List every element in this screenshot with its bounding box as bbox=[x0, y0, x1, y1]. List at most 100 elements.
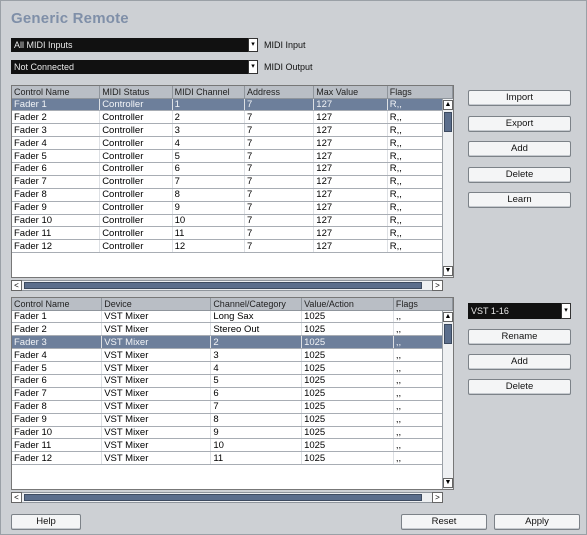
apply-button[interactable]: Apply bbox=[494, 514, 580, 530]
table-row[interactable]: Fader 5 VST Mixer 4 1025,, bbox=[12, 361, 453, 375]
table-cell[interactable]: Fader 3 bbox=[12, 335, 103, 350]
table-cell[interactable]: Controller bbox=[99, 175, 173, 189]
upper-vertical-scrollbar[interactable]: ▲ ▼ bbox=[442, 99, 453, 277]
table-cell[interactable]: 7 bbox=[244, 98, 315, 112]
table-row[interactable]: Fader 1 Controller 1 7 127 R,, bbox=[12, 98, 453, 112]
table-row[interactable]: Fader 7 VST Mixer 6 1025,, bbox=[12, 387, 453, 401]
table-cell[interactable]: 127 bbox=[313, 162, 388, 176]
table-row[interactable]: Fader 3 VST Mixer 2 1025,, bbox=[12, 335, 453, 350]
delete-button[interactable]: Delete bbox=[468, 167, 571, 183]
table-cell[interactable]: Fader 12 bbox=[12, 451, 103, 466]
table-cell[interactable]: 7 bbox=[210, 400, 303, 414]
table-row[interactable]: Fader 6 VST Mixer 5 1025,, bbox=[12, 374, 453, 388]
table-cell[interactable]: Fader 10 bbox=[12, 214, 101, 228]
table-row[interactable]: Fader 10 Controller 10 7 127 R,, bbox=[12, 214, 453, 228]
table-cell[interactable]: 7 bbox=[244, 214, 315, 228]
table-row[interactable]: Fader 9 VST Mixer 8 1025,, bbox=[12, 413, 453, 427]
column-header[interactable]: Value/Action bbox=[301, 298, 394, 311]
table-row[interactable]: Fader 2 Controller 2 7 127 R,, bbox=[12, 110, 453, 125]
table-cell[interactable]: 1025 bbox=[301, 400, 394, 414]
column-header[interactable]: Max Value bbox=[313, 86, 388, 99]
table-cell[interactable]: 127 bbox=[313, 110, 388, 125]
table-cell[interactable]: 2 bbox=[172, 110, 245, 125]
table-cell[interactable]: 3 bbox=[210, 348, 303, 363]
table-cell[interactable]: VST Mixer bbox=[101, 438, 212, 453]
table-cell[interactable]: 6 bbox=[172, 162, 245, 176]
learn-button[interactable]: Learn bbox=[468, 192, 571, 208]
table-cell[interactable]: 2 bbox=[210, 335, 303, 350]
table-row[interactable]: Fader 5 Controller 5 7 127 R,, bbox=[12, 149, 453, 163]
lower-horizontal-scrollbar[interactable]: < > bbox=[11, 492, 443, 503]
table-cell[interactable]: 7 bbox=[244, 201, 315, 215]
table-row[interactable]: Fader 12 VST Mixer 11 1025,, bbox=[12, 451, 453, 466]
column-header[interactable]: MIDI Channel bbox=[172, 86, 245, 99]
table-cell[interactable]: Fader 5 bbox=[12, 149, 101, 163]
table-cell[interactable]: Fader 2 bbox=[12, 322, 103, 337]
table-cell[interactable]: 127 bbox=[313, 201, 388, 215]
table-cell[interactable]: 127 bbox=[313, 214, 388, 228]
table-cell[interactable]: 10 bbox=[172, 214, 245, 228]
import-button[interactable]: Import bbox=[468, 90, 571, 106]
upper-horizontal-scrollbar[interactable]: < > bbox=[11, 280, 443, 291]
table-row[interactable]: Fader 10 VST Mixer 9 1025,, bbox=[12, 426, 453, 440]
column-header[interactable]: Flags bbox=[387, 86, 453, 99]
table-cell[interactable]: Fader 8 bbox=[12, 400, 103, 414]
table-cell[interactable]: 1025 bbox=[301, 348, 394, 363]
table-cell[interactable]: 127 bbox=[313, 123, 388, 138]
rename-button[interactable]: Rename bbox=[468, 329, 571, 345]
table-cell[interactable]: 1025 bbox=[301, 310, 394, 324]
table-cell[interactable]: 127 bbox=[313, 188, 388, 202]
column-header[interactable]: Control Name bbox=[12, 86, 101, 99]
table-cell[interactable]: 1025 bbox=[301, 451, 394, 466]
table-row[interactable]: Fader 3 Controller 3 7 127 R,, bbox=[12, 123, 453, 138]
table-cell[interactable]: 5 bbox=[210, 374, 303, 388]
table-cell[interactable]: 7 bbox=[244, 162, 315, 176]
table-cell[interactable]: Controller bbox=[99, 188, 173, 202]
help-button[interactable]: Help bbox=[11, 514, 81, 530]
midi-input-select[interactable]: All MIDI Inputs ▾ bbox=[11, 38, 258, 52]
table-cell[interactable]: VST Mixer bbox=[101, 413, 212, 427]
table-cell[interactable]: 11 bbox=[210, 451, 303, 466]
table-cell[interactable]: 7 bbox=[244, 188, 315, 202]
add-button[interactable]: Add bbox=[468, 141, 571, 157]
table-cell[interactable]: Fader 6 bbox=[12, 162, 101, 176]
table-cell[interactable]: 3 bbox=[172, 123, 245, 138]
table-cell[interactable]: Fader 8 bbox=[12, 188, 101, 202]
scroll-left-icon[interactable]: < bbox=[11, 280, 22, 291]
table-cell[interactable]: Fader 3 bbox=[12, 123, 101, 138]
table-cell[interactable]: Controller bbox=[99, 123, 173, 138]
table-cell[interactable]: 127 bbox=[313, 226, 388, 241]
table-cell[interactable]: 127 bbox=[313, 175, 388, 189]
table-cell[interactable]: 11 bbox=[172, 226, 245, 241]
table-cell[interactable]: Fader 1 bbox=[12, 310, 103, 324]
bank-select[interactable]: VST 1-16 ▾ bbox=[468, 303, 571, 319]
table-row[interactable]: Fader 7 Controller 7 7 127 R,, bbox=[12, 175, 453, 189]
reset-button[interactable]: Reset bbox=[401, 514, 487, 530]
upper-scroll-thumb[interactable] bbox=[444, 112, 452, 132]
table-cell[interactable]: Fader 4 bbox=[12, 136, 101, 151]
table-cell[interactable]: Fader 4 bbox=[12, 348, 103, 363]
table-cell[interactable]: 7 bbox=[244, 226, 315, 241]
table-cell[interactable]: VST Mixer bbox=[101, 322, 212, 337]
table-cell[interactable]: 7 bbox=[244, 149, 315, 163]
column-header[interactable]: Address bbox=[244, 86, 315, 99]
table-row[interactable]: Fader 11 Controller 11 7 127 R,, bbox=[12, 226, 453, 241]
table-cell[interactable]: Fader 9 bbox=[12, 413, 103, 427]
table-cell[interactable]: 9 bbox=[210, 426, 303, 440]
table-cell[interactable]: 7 bbox=[244, 123, 315, 138]
table-cell[interactable]: 7 bbox=[244, 175, 315, 189]
table-cell[interactable]: 4 bbox=[210, 361, 303, 375]
delete-assignment-button[interactable]: Delete bbox=[468, 379, 571, 395]
table-cell[interactable]: 1025 bbox=[301, 426, 394, 440]
table-cell[interactable]: 8 bbox=[172, 188, 245, 202]
table-cell[interactable]: 1025 bbox=[301, 335, 394, 350]
table-cell[interactable]: Fader 10 bbox=[12, 426, 103, 440]
table-cell[interactable]: 7 bbox=[244, 136, 315, 151]
table-cell[interactable]: Controller bbox=[99, 98, 173, 112]
table-row[interactable]: Fader 9 Controller 9 7 127 R,, bbox=[12, 201, 453, 215]
table-row[interactable]: Fader 12 Controller 12 7 127 R,, bbox=[12, 239, 453, 254]
table-cell[interactable]: 6 bbox=[210, 387, 303, 401]
table-cell[interactable]: 7 bbox=[172, 175, 245, 189]
table-cell[interactable]: VST Mixer bbox=[101, 348, 212, 363]
lower-vertical-scrollbar[interactable]: ▲ ▼ bbox=[442, 311, 453, 489]
